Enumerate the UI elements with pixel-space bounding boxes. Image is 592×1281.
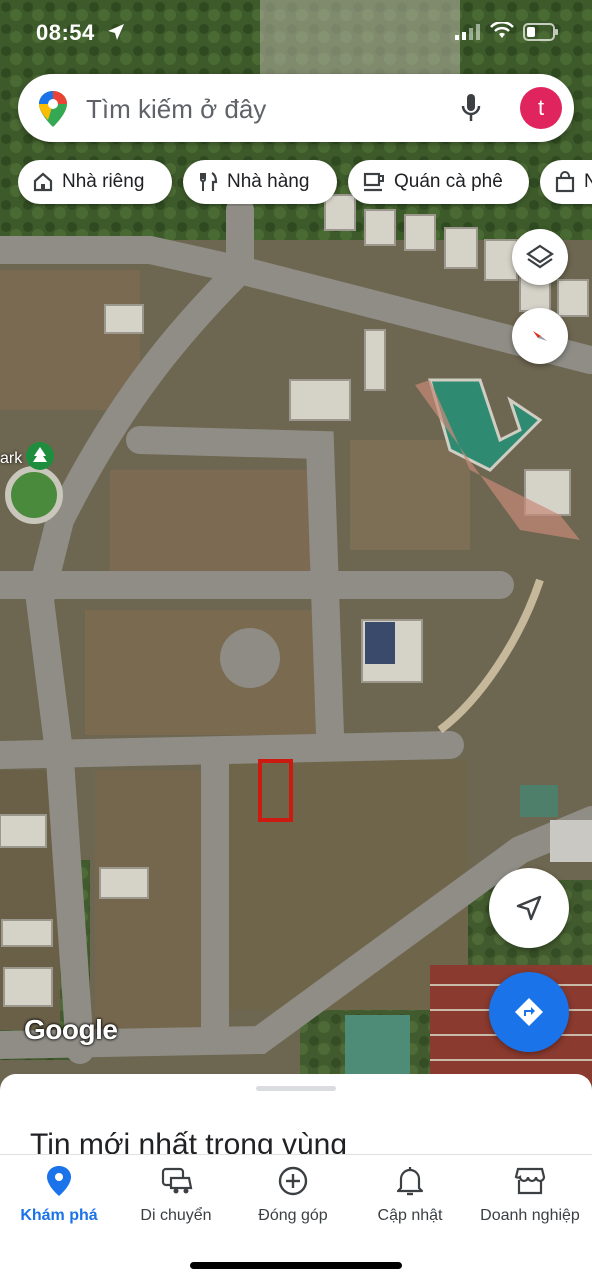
cafe-icon xyxy=(363,172,384,192)
chip-label: Nhà hàng xyxy=(227,171,310,192)
status-bar: 08:54 xyxy=(0,0,592,64)
poi-label: ark xyxy=(0,450,23,467)
sheet-drag-handle[interactable] xyxy=(256,1086,336,1091)
chip-home[interactable]: Nhà riêng xyxy=(18,160,172,204)
nav-label: Cập nhật xyxy=(377,1207,443,1224)
wifi-icon xyxy=(490,22,514,38)
search-input[interactable]: Tìm kiếm ở đây xyxy=(86,94,266,125)
chip-shopping[interactable]: N xyxy=(540,160,592,204)
search-bar[interactable]: Tìm kiếm ở đây t xyxy=(18,74,574,142)
layers-icon xyxy=(526,244,554,269)
restaurant-icon xyxy=(200,172,218,191)
commute-car-icon xyxy=(161,1167,193,1194)
home-icon xyxy=(33,172,53,192)
chip-cafe[interactable]: Quán cà phê xyxy=(348,160,529,204)
nav-label: Di chuyển xyxy=(140,1207,212,1224)
nav-updates[interactable]: Cập nhật xyxy=(351,1163,469,1225)
explore-pin-icon xyxy=(47,1166,71,1196)
status-time: 08:54 xyxy=(36,20,95,45)
chip-label: N xyxy=(584,171,592,192)
tree-icon xyxy=(26,442,54,470)
category-chips: Nhà riêng Nhà hàng Quán cà phê N xyxy=(18,160,592,206)
my-location-button[interactable] xyxy=(489,868,569,948)
navigation-arrow-icon xyxy=(516,895,542,921)
shopping-bag-icon xyxy=(555,171,575,193)
nav-contribute[interactable]: Đóng góp xyxy=(234,1163,352,1225)
nav-label: Khám phá xyxy=(20,1207,98,1224)
contribute-plus-icon xyxy=(278,1166,308,1196)
nav-label: Doanh nghiệp xyxy=(480,1207,580,1224)
chip-label: Nhà riêng xyxy=(62,171,145,192)
sheet-title: Tin mới nhất trong vùng xyxy=(30,1128,348,1156)
location-arrow-icon xyxy=(108,24,124,40)
nav-commute[interactable]: Di chuyển xyxy=(117,1163,235,1225)
account-avatar[interactable]: t xyxy=(520,87,562,129)
compass-button[interactable] xyxy=(512,308,568,364)
battery-icon xyxy=(523,23,558,41)
nav-business[interactable]: Doanh nghiệp xyxy=(468,1163,592,1225)
microphone-icon[interactable] xyxy=(460,93,482,123)
google-attribution: Google xyxy=(24,1014,118,1045)
home-indicator[interactable] xyxy=(190,1262,402,1269)
nav-explore[interactable]: Khám phá xyxy=(0,1163,118,1225)
cellular-signal-icon xyxy=(455,24,480,40)
google-maps-pin-icon xyxy=(39,91,67,127)
chip-label: Quán cà phê xyxy=(394,171,503,192)
chip-restaurant[interactable]: Nhà hàng xyxy=(183,160,337,204)
directions-icon xyxy=(515,998,543,1026)
compass-icon xyxy=(533,331,547,341)
layers-button[interactable] xyxy=(512,229,568,285)
directions-button[interactable] xyxy=(489,972,569,1052)
nav-label: Đóng góp xyxy=(258,1207,328,1224)
storefront-icon xyxy=(514,1167,546,1195)
bell-icon xyxy=(396,1167,424,1196)
